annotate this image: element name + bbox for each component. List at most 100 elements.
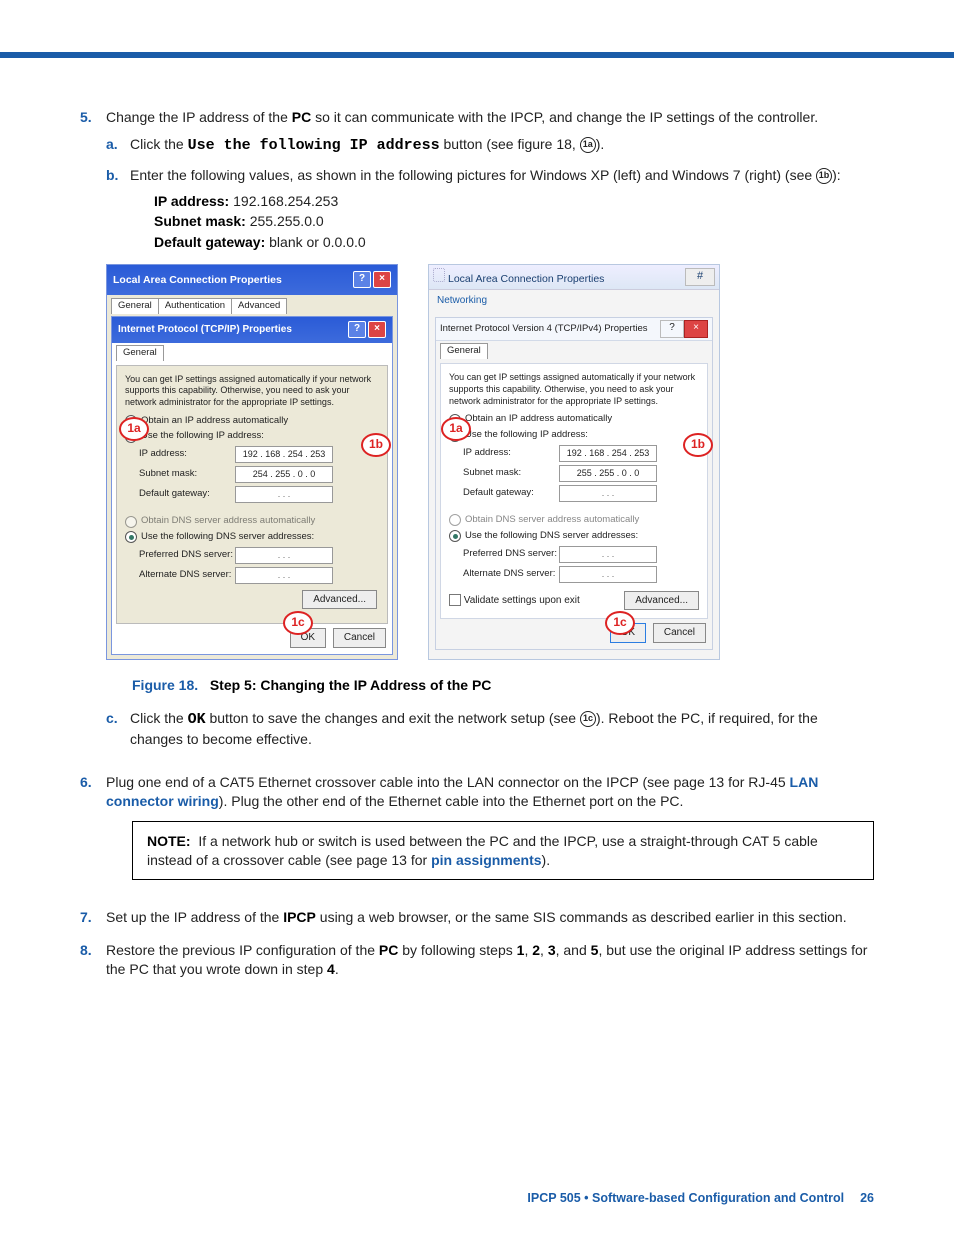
gw-label: Default gateway: xyxy=(139,488,235,501)
callout-1a: 1a xyxy=(441,417,471,441)
figure-18: Local Area Connection Properties ?× Gene… xyxy=(106,264,874,660)
tab-general-inner[interactable]: General xyxy=(440,343,488,359)
callout-1b: 1b xyxy=(361,433,391,457)
cancel-button[interactable]: Cancel xyxy=(653,623,706,643)
tab-adv[interactable]: Advanced xyxy=(231,298,287,314)
dns-use: Use the following DNS server addresses: xyxy=(141,531,314,544)
networking-label: Networking xyxy=(429,290,719,312)
ip-val: 192.168.254.253 xyxy=(229,193,338,209)
ipcp-bold: IPCP xyxy=(283,909,316,925)
xp-tabs: GeneralAuthenticationAdvanced xyxy=(107,295,397,314)
ip-label: IP address: xyxy=(139,448,235,461)
sb-end: ): xyxy=(832,167,841,183)
step-number: 8. xyxy=(80,941,106,979)
sub-a: a. xyxy=(106,135,130,156)
r-use: Use the following IP address: xyxy=(141,430,264,443)
circ-1c: 1c xyxy=(580,711,596,727)
help-icon[interactable]: ? xyxy=(660,320,684,338)
r-auto: Obtain an IP address automatically xyxy=(465,413,612,426)
help-icon[interactable]: ? xyxy=(348,321,366,338)
sn-label: Subnet mask: xyxy=(463,467,559,480)
xp-desc: You can get IP settings assigned automat… xyxy=(125,374,379,409)
step5-text2: so it can communicate with the IPCP, and… xyxy=(311,109,818,125)
close-icon[interactable]: × xyxy=(368,321,386,338)
step5-text: Change the IP address of the xyxy=(106,109,292,125)
adns-input[interactable]: . . . xyxy=(235,567,333,584)
gw-lbl: Default gateway: xyxy=(154,234,265,250)
sc-pre: Click the xyxy=(130,710,188,726)
tab-general-inner[interactable]: General xyxy=(116,345,164,361)
footer-page: 26 xyxy=(860,1191,874,1205)
xp-inner-title: Internet Protocol (TCP/IP) Properties xyxy=(118,323,292,337)
page-footer: IPCP 505 • Software-based Configuration … xyxy=(527,1191,874,1205)
gw-label: Default gateway: xyxy=(463,487,559,500)
gw-input[interactable]: . . . xyxy=(559,485,657,502)
advanced-button[interactable]: Advanced... xyxy=(624,591,699,611)
dns-use: Use the following DNS server addresses: xyxy=(465,530,638,543)
w7-inner-title: Internet Protocol Version 4 (TCP/IPv4) P… xyxy=(440,323,648,336)
sub-b: b. xyxy=(106,166,130,252)
s8a: Restore the previous IP configuration of… xyxy=(106,942,379,958)
callout-1c: 1c xyxy=(283,611,313,635)
adns-input[interactable]: . . . xyxy=(559,566,657,583)
sa-post: button (see figure 18, xyxy=(440,136,580,152)
radio-dns-use[interactable] xyxy=(125,531,137,543)
sc-ok: OK xyxy=(188,711,206,728)
help-icon[interactable]: ? xyxy=(353,271,371,288)
pc-bold: PC xyxy=(292,109,311,125)
note-box: NOTE: If a network hub or switch is used… xyxy=(132,821,874,881)
fig-label: Figure 18. xyxy=(132,677,198,693)
s7a: Set up the IP address of the xyxy=(106,909,283,925)
sn-input[interactable]: 254 . 255 . 0 . 0 xyxy=(235,466,333,483)
note-b: ). xyxy=(542,852,551,868)
s7b: using a web browser, or the same SIS com… xyxy=(316,909,847,925)
s8b: by following steps xyxy=(398,942,516,958)
ip-input[interactable]: 192 . 168 . 254 . 253 xyxy=(235,446,333,463)
gw-input[interactable]: . . . xyxy=(235,486,333,503)
r-use: Use the following IP address: xyxy=(465,429,588,442)
dns-auto: Obtain DNS server address automatically xyxy=(141,515,315,528)
s6b: ). Plug the other end of the Ethernet ca… xyxy=(219,793,684,809)
pdns-input[interactable]: . . . xyxy=(559,546,657,563)
note-label: NOTE: xyxy=(147,833,191,849)
ip-label: IP address: xyxy=(463,447,559,460)
fig-title: Step 5: Changing the IP Address of the xyxy=(210,677,472,693)
callout-1a: 1a xyxy=(119,417,149,441)
radio-dns-auto xyxy=(449,514,461,526)
close-icon[interactable]: × xyxy=(684,320,708,338)
w7-desc: You can get IP settings assigned automat… xyxy=(449,372,699,407)
footer-text: IPCP 505 • Software-based Configuration … xyxy=(527,1191,844,1205)
validate-label: Validate settings upon exit xyxy=(464,595,580,606)
r-auto: Obtain an IP address automatically xyxy=(141,415,288,428)
radio-dns-auto xyxy=(125,516,137,528)
sn-input[interactable]: 255 . 255 . 0 . 0 xyxy=(559,465,657,482)
shield-icon xyxy=(433,268,445,282)
pc-bold2: PC xyxy=(379,942,398,958)
close-icon[interactable]: × xyxy=(373,271,391,288)
adns-label: Alternate DNS server: xyxy=(139,569,235,582)
n3: 3 xyxy=(548,942,556,958)
close-icon[interactable]: # xyxy=(685,268,715,286)
dns-auto: Obtain DNS server address automatically xyxy=(465,514,639,527)
validate-checkbox[interactable] xyxy=(449,594,461,606)
sa-end: ). xyxy=(596,136,605,152)
s6a: Plug one end of a CAT5 Ethernet crossove… xyxy=(106,774,790,790)
n2: 2 xyxy=(532,942,540,958)
tab-auth[interactable]: Authentication xyxy=(158,298,232,314)
w7-title: Local Area Connection Properties xyxy=(448,273,604,285)
callout-1b: 1b xyxy=(683,433,713,457)
radio-dns-use[interactable] xyxy=(449,530,461,542)
ip-input[interactable]: 192 . 168 . 254 . 253 xyxy=(559,445,657,462)
sn-label: Subnet mask: xyxy=(139,468,235,481)
pin-link[interactable]: pin assignments xyxy=(431,852,541,868)
tab-general[interactable]: General xyxy=(111,298,159,314)
sn-lbl: Subnet mask: xyxy=(154,213,246,229)
circ-1b: 1b xyxy=(816,168,832,184)
step-number: 5. xyxy=(80,108,106,759)
step-number: 6. xyxy=(80,773,106,895)
figure-caption: Figure 18. Step 5: Changing the IP Addre… xyxy=(132,676,874,695)
sub-c: c. xyxy=(106,709,130,749)
advanced-button[interactable]: Advanced... xyxy=(302,590,377,610)
cancel-button[interactable]: Cancel xyxy=(333,628,386,648)
pdns-input[interactable]: . . . xyxy=(235,547,333,564)
